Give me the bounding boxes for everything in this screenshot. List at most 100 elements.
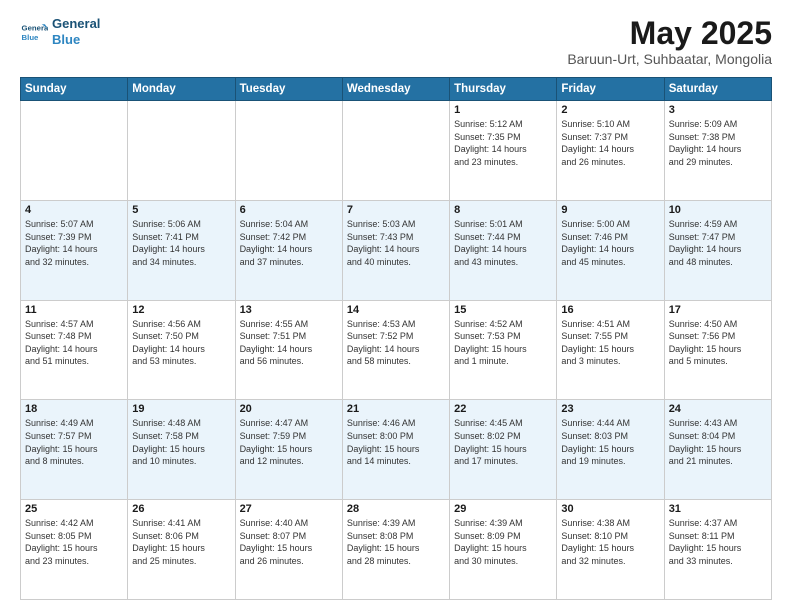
- calendar-cell: 3 Sunrise: 5:09 AM Sunset: 7:38 PM Daylig…: [664, 101, 771, 201]
- day-number: 20: [240, 403, 338, 415]
- calendar-week-row: 25Sunrise: 4:42 AM Sunset: 8:05 PM Dayli…: [21, 500, 772, 600]
- calendar-cell: 21Sunrise: 4:46 AM Sunset: 8:00 PM Dayli…: [342, 400, 449, 500]
- calendar-cell: 7 Sunrise: 5:03 AM Sunset: 7:43 PM Daylig…: [342, 200, 449, 300]
- day-info: Sunrise: 5:04 AM Sunset: 7:42 PM Dayligh…: [240, 218, 338, 268]
- day-number: 2: [561, 104, 659, 116]
- day-number: 9: [561, 204, 659, 216]
- day-number: 6: [240, 204, 338, 216]
- day-info: Sunrise: 4:39 AM Sunset: 8:08 PM Dayligh…: [347, 517, 445, 567]
- header: General Blue General Blue May 2025 Baruu…: [20, 16, 772, 67]
- calendar-header-row: SundayMondayTuesdayWednesdayThursdayFrid…: [21, 78, 772, 101]
- calendar-cell: 25Sunrise: 4:42 AM Sunset: 8:05 PM Dayli…: [21, 500, 128, 600]
- col-header-thursday: Thursday: [450, 78, 557, 101]
- day-number: 18: [25, 403, 123, 415]
- day-number: 28: [347, 503, 445, 515]
- day-info: Sunrise: 4:59 AM Sunset: 7:47 PM Dayligh…: [669, 218, 767, 268]
- day-info: Sunrise: 4:52 AM Sunset: 7:53 PM Dayligh…: [454, 318, 552, 368]
- calendar-cell: 2 Sunrise: 5:10 AM Sunset: 7:37 PM Daylig…: [557, 101, 664, 201]
- calendar-cell: 4 Sunrise: 5:07 AM Sunset: 7:39 PM Daylig…: [21, 200, 128, 300]
- day-info: Sunrise: 4:42 AM Sunset: 8:05 PM Dayligh…: [25, 517, 123, 567]
- day-number: 11: [25, 304, 123, 316]
- day-info: Sunrise: 5:09 AM Sunset: 7:38 PM Dayligh…: [669, 118, 767, 168]
- day-number: 13: [240, 304, 338, 316]
- day-info: Sunrise: 5:06 AM Sunset: 7:41 PM Dayligh…: [132, 218, 230, 268]
- calendar-cell: 31 Sunrise: 4:37 AM Sunset: 8:11 PM Dayli…: [664, 500, 771, 600]
- day-number: 29: [454, 503, 552, 515]
- day-info: Sunrise: 4:50 AM Sunset: 7:56 PM Dayligh…: [669, 318, 767, 368]
- day-info: Sunrise: 4:45 AM Sunset: 8:02 PM Dayligh…: [454, 417, 552, 467]
- calendar-cell: 13 Sunrise: 4:55 AM Sunset: 7:51 PM Dayli…: [235, 300, 342, 400]
- calendar-cell: [128, 101, 235, 201]
- day-info: Sunrise: 4:38 AM Sunset: 8:10 PM Dayligh…: [561, 517, 659, 567]
- calendar-cell: 28 Sunrise: 4:39 AM Sunset: 8:08 PM Dayli…: [342, 500, 449, 600]
- calendar-cell: 30 Sunrise: 4:38 AM Sunset: 8:10 PM Dayli…: [557, 500, 664, 600]
- day-info: Sunrise: 4:44 AM Sunset: 8:03 PM Dayligh…: [561, 417, 659, 467]
- day-number: 12: [132, 304, 230, 316]
- col-header-wednesday: Wednesday: [342, 78, 449, 101]
- day-number: 19: [132, 403, 230, 415]
- calendar-week-row: 18 Sunrise: 4:49 AM Sunset: 7:57 PM Dayli…: [21, 400, 772, 500]
- calendar-cell: 16 Sunrise: 4:51 AM Sunset: 7:55 PM Dayli…: [557, 300, 664, 400]
- day-info: Sunrise: 5:12 AM Sunset: 7:35 PM Dayligh…: [454, 118, 552, 168]
- col-header-saturday: Saturday: [664, 78, 771, 101]
- day-number: 16: [561, 304, 659, 316]
- day-number: 3: [669, 104, 767, 116]
- day-number: 15: [454, 304, 552, 316]
- day-info: Sunrise: 4:39 AM Sunset: 8:09 PM Dayligh…: [454, 517, 552, 567]
- day-number: 4: [25, 204, 123, 216]
- location-subtitle: Baruun-Urt, Suhbaatar, Mongolia: [567, 51, 772, 67]
- day-info: Sunrise: 4:55 AM Sunset: 7:51 PM Dayligh…: [240, 318, 338, 368]
- day-number: 23: [561, 403, 659, 415]
- calendar-cell: [342, 101, 449, 201]
- calendar-cell: 29 Sunrise: 4:39 AM Sunset: 8:09 PM Dayli…: [450, 500, 557, 600]
- day-info: Sunrise: 4:53 AM Sunset: 7:52 PM Dayligh…: [347, 318, 445, 368]
- day-number: 17: [669, 304, 767, 316]
- day-info: Sunrise: 4:57 AM Sunset: 7:48 PM Dayligh…: [25, 318, 123, 368]
- day-number: 21: [347, 403, 445, 415]
- logo-icon: General Blue: [20, 18, 48, 46]
- day-info: Sunrise: 4:49 AM Sunset: 7:57 PM Dayligh…: [25, 417, 123, 467]
- day-number: 1: [454, 104, 552, 116]
- day-number: 27: [240, 503, 338, 515]
- calendar-cell: 22Sunrise: 4:45 AM Sunset: 8:02 PM Dayli…: [450, 400, 557, 500]
- day-number: 8: [454, 204, 552, 216]
- day-number: 10: [669, 204, 767, 216]
- calendar-table: SundayMondayTuesdayWednesdayThursdayFrid…: [20, 77, 772, 600]
- calendar-cell: [235, 101, 342, 201]
- day-info: Sunrise: 5:10 AM Sunset: 7:37 PM Dayligh…: [561, 118, 659, 168]
- calendar-cell: 14Sunrise: 4:53 AM Sunset: 7:52 PM Dayli…: [342, 300, 449, 400]
- col-header-sunday: Sunday: [21, 78, 128, 101]
- day-number: 5: [132, 204, 230, 216]
- col-header-monday: Monday: [128, 78, 235, 101]
- calendar-cell: 26 Sunrise: 4:41 AM Sunset: 8:06 PM Dayli…: [128, 500, 235, 600]
- day-info: Sunrise: 4:41 AM Sunset: 8:06 PM Dayligh…: [132, 517, 230, 567]
- day-number: 30: [561, 503, 659, 515]
- calendar-cell: 12 Sunrise: 4:56 AM Sunset: 7:50 PM Dayli…: [128, 300, 235, 400]
- logo-text: General Blue: [52, 16, 100, 47]
- day-number: 31: [669, 503, 767, 515]
- day-info: Sunrise: 4:48 AM Sunset: 7:58 PM Dayligh…: [132, 417, 230, 467]
- day-info: Sunrise: 4:51 AM Sunset: 7:55 PM Dayligh…: [561, 318, 659, 368]
- calendar-cell: 27 Sunrise: 4:40 AM Sunset: 8:07 PM Dayli…: [235, 500, 342, 600]
- calendar-week-row: 11 Sunrise: 4:57 AM Sunset: 7:48 PM Dayli…: [21, 300, 772, 400]
- calendar-week-row: 1 Sunrise: 5:12 AM Sunset: 7:35 PM Daylig…: [21, 101, 772, 201]
- day-info: Sunrise: 5:03 AM Sunset: 7:43 PM Dayligh…: [347, 218, 445, 268]
- day-info: Sunrise: 5:07 AM Sunset: 7:39 PM Dayligh…: [25, 218, 123, 268]
- page: General Blue General Blue May 2025 Baruu…: [0, 0, 792, 612]
- calendar-cell: 10 Sunrise: 4:59 AM Sunset: 7:47 PM Dayli…: [664, 200, 771, 300]
- calendar-cell: 18 Sunrise: 4:49 AM Sunset: 7:57 PM Dayli…: [21, 400, 128, 500]
- day-info: Sunrise: 5:01 AM Sunset: 7:44 PM Dayligh…: [454, 218, 552, 268]
- day-number: 26: [132, 503, 230, 515]
- day-info: Sunrise: 4:47 AM Sunset: 7:59 PM Dayligh…: [240, 417, 338, 467]
- calendar-cell: 19 Sunrise: 4:48 AM Sunset: 7:58 PM Dayli…: [128, 400, 235, 500]
- day-info: Sunrise: 4:40 AM Sunset: 8:07 PM Dayligh…: [240, 517, 338, 567]
- calendar-cell: 6 Sunrise: 5:04 AM Sunset: 7:42 PM Daylig…: [235, 200, 342, 300]
- month-title: May 2025: [567, 16, 772, 51]
- calendar-cell: 1 Sunrise: 5:12 AM Sunset: 7:35 PM Daylig…: [450, 101, 557, 201]
- day-number: 7: [347, 204, 445, 216]
- day-number: 24: [669, 403, 767, 415]
- day-info: Sunrise: 4:37 AM Sunset: 8:11 PM Dayligh…: [669, 517, 767, 567]
- calendar-cell: [21, 101, 128, 201]
- logo: General Blue General Blue: [20, 16, 100, 47]
- day-info: Sunrise: 4:56 AM Sunset: 7:50 PM Dayligh…: [132, 318, 230, 368]
